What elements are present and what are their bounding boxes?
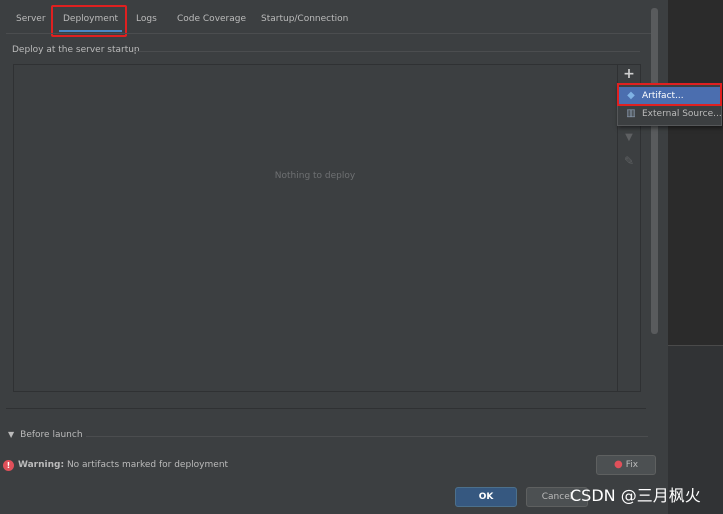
tab-startup-connection[interactable]: Startup/Connection xyxy=(255,8,354,32)
empty-state-text: Nothing to deploy xyxy=(274,171,356,181)
deploy-list[interactable] xyxy=(13,64,641,392)
before-launch-label: Before launch xyxy=(20,430,83,440)
warning-message: ! Warning: No artifacts marked for deploy… xyxy=(3,460,228,471)
tabs-divider xyxy=(6,33,656,34)
warning-text: No artifacts marked for deployment xyxy=(66,460,229,470)
deploy-section-divider xyxy=(134,51,640,52)
menu-item-external-source[interactable]: ▥ External Source... xyxy=(618,105,721,123)
watermark-text: CSDN @三月枫火 xyxy=(570,486,701,505)
plus-icon[interactable]: + xyxy=(622,66,636,82)
external-source-icon: ▥ xyxy=(626,108,636,119)
menu-item-label: External Source... xyxy=(642,109,722,119)
deploy-section-label: Deploy at the server startup xyxy=(12,45,140,55)
before-launch-divider xyxy=(86,436,648,437)
tab-logs[interactable]: Logs xyxy=(130,8,163,32)
fix-button[interactable]: ● Fix xyxy=(596,455,656,475)
tab-code-coverage[interactable]: Code Coverage xyxy=(171,8,252,32)
lightbulb-icon: ● xyxy=(613,459,623,470)
triangle-down-icon: ▼ xyxy=(8,430,15,439)
warning-prefix: Warning: xyxy=(18,460,65,470)
error-icon: ! xyxy=(3,460,14,471)
tab-server[interactable]: Server xyxy=(10,8,52,32)
highlight-box-artifact xyxy=(617,83,722,106)
before-launch-toggle[interactable]: ▼ Before launch xyxy=(8,430,83,440)
pencil-icon[interactable]: ✎ xyxy=(622,154,636,168)
panel-bottom-divider xyxy=(6,408,646,409)
ok-button[interactable]: OK xyxy=(455,487,517,507)
vertical-scrollbar[interactable] xyxy=(651,8,658,334)
fix-button-label: Fix xyxy=(625,460,639,470)
arrow-down-icon[interactable]: ▼ xyxy=(622,132,636,143)
